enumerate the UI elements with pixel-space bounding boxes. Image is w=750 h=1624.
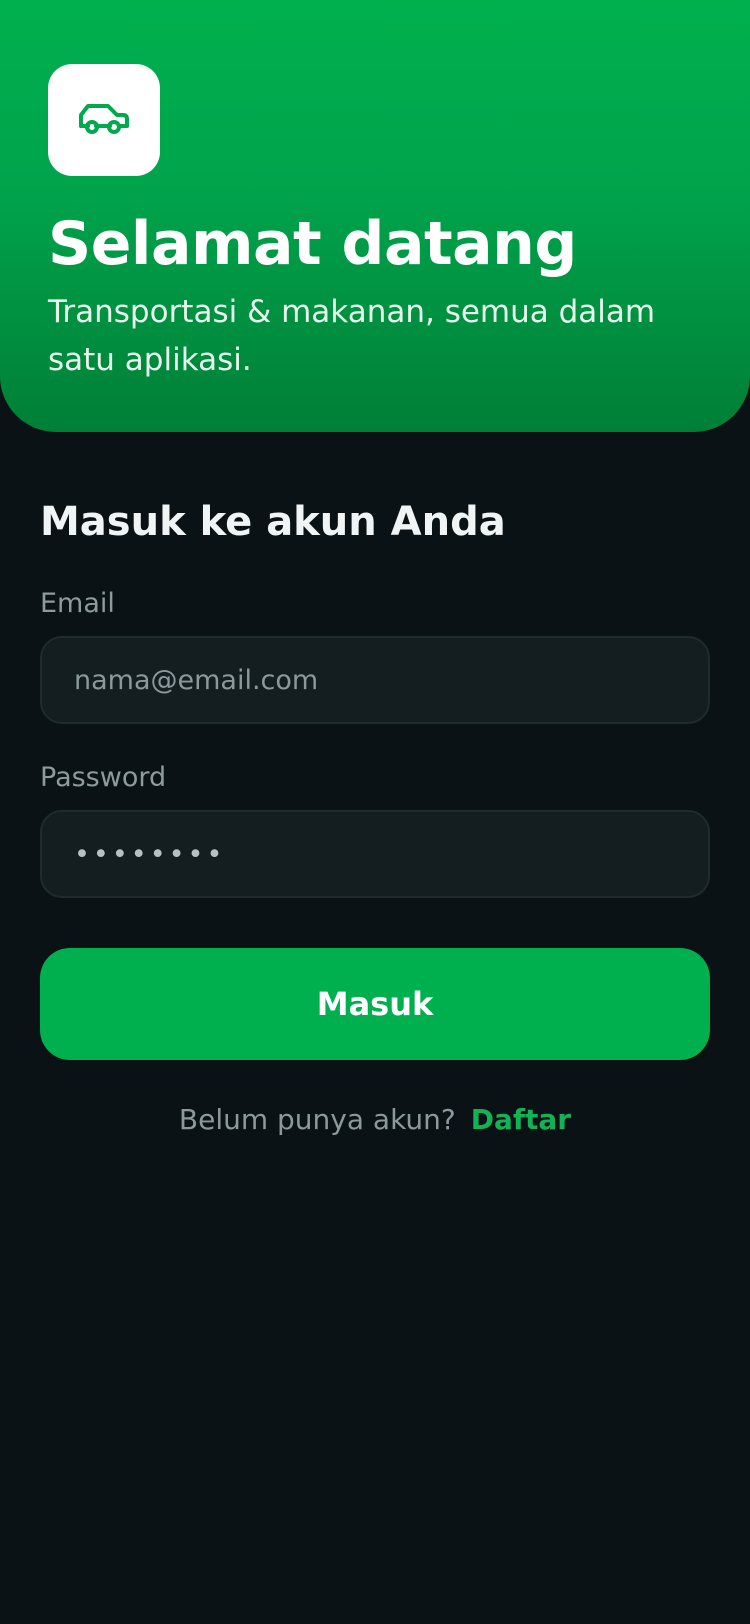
form-title: Masuk ke akun Anda (40, 499, 506, 545)
password-field[interactable] (42, 812, 708, 896)
register-prompt-text: Belum punya akun? (178, 1103, 456, 1136)
login-button[interactable]: Masuk (40, 948, 710, 1060)
email-label: Email (40, 588, 115, 619)
password-label: Password (40, 762, 167, 793)
login-screen: Selamat datang Transportasi & makanan, s… (0, 0, 750, 1624)
email-field[interactable] (42, 638, 708, 722)
email-field-container (40, 636, 710, 724)
hero-subtitle: Transportasi & makanan, semua dalam satu… (48, 294, 656, 378)
hero-title: Selamat datang (48, 209, 577, 279)
car-icon (77, 102, 131, 138)
register-link[interactable]: Daftar (471, 1103, 571, 1136)
app-logo (48, 64, 160, 176)
hero-header: Selamat datang Transportasi & makanan, s… (0, 0, 750, 432)
password-field-container (40, 810, 710, 898)
register-prompt: Belum punya akun? Daftar (0, 1100, 750, 1140)
